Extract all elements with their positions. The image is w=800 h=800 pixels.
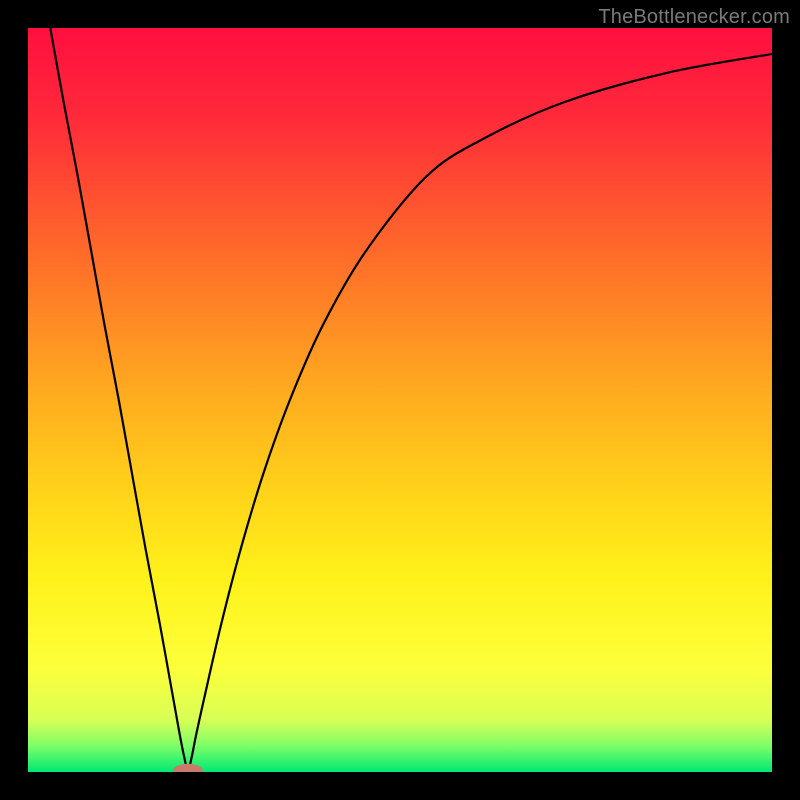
chart-svg xyxy=(28,28,772,772)
chart-frame xyxy=(28,28,772,772)
watermark-text: TheBottlenecker.com xyxy=(598,6,790,29)
chart-background xyxy=(28,28,772,772)
